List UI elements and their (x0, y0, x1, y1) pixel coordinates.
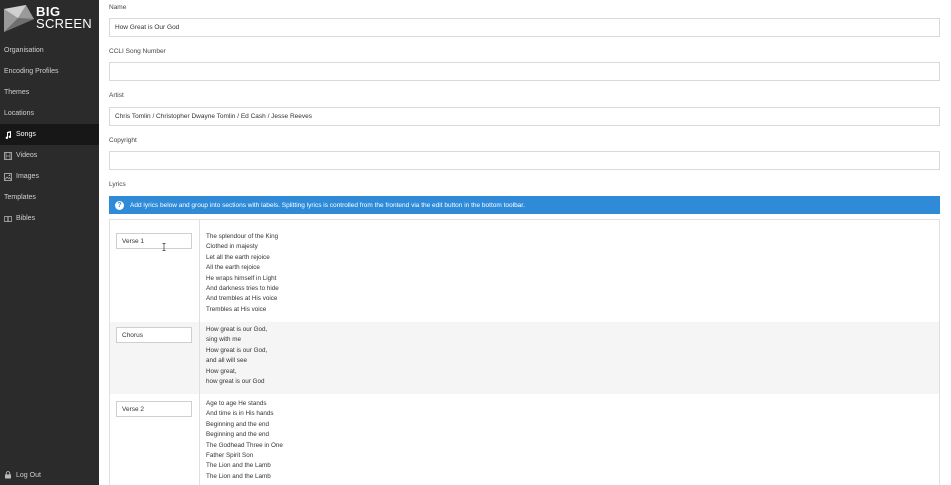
sidebar-item-encoding-profiles[interactable]: Encoding Profiles (0, 61, 99, 82)
lyrics-info-banner: ? Add lyrics below and group into sectio… (109, 196, 940, 214)
lyrics-editor: The splendour of the King Clothed in maj… (109, 219, 940, 485)
lyric-line: sing with me (206, 336, 241, 344)
section-label-input[interactable] (116, 401, 192, 417)
lyrics-section-chorus: How great is our God, sing with me How g… (110, 322, 939, 394)
lyric-line: Age to age He stands (206, 400, 267, 407)
question-icon: ? (115, 200, 124, 210)
lyrics-section-verse-2: Age to age He stands And time is in His … (110, 394, 939, 485)
image-icon (4, 172, 12, 181)
artist-input[interactable] (109, 107, 940, 126)
section-label-input[interactable] (116, 327, 192, 343)
lyric-line: The Lion and the Lamb (206, 462, 271, 470)
sidebar-item-organisation[interactable]: Organisation (0, 40, 99, 61)
sidebar-item-songs[interactable]: Songs (0, 124, 99, 145)
sidebar-item-label: Themes (4, 89, 30, 96)
brand-logo[interactable]: BIG SCREEN (4, 5, 96, 35)
lyric-line: The splendour of the King (206, 233, 279, 240)
sidebar-item-label: Images (16, 173, 39, 180)
section-lyrics-textarea[interactable]: The splendour of the King Clothed in maj… (199, 220, 939, 322)
section-label-input[interactable] (116, 233, 192, 249)
lyric-line: how great is our God (206, 378, 265, 386)
music-note-icon (4, 130, 12, 139)
section-lyrics-textarea[interactable]: How great is our God, sing with me How g… (199, 322, 939, 394)
sidebar: BIG SCREEN Organisation Encoding Profile… (0, 0, 99, 485)
sidebar-item-themes[interactable]: Themes (0, 82, 99, 103)
logout-link[interactable]: Log Out (4, 469, 41, 481)
lyric-line: The Lion and the Lamb (206, 472, 271, 480)
lyric-line: Trembles at His voice (206, 305, 267, 313)
book-icon (4, 215, 12, 223)
lyric-line: How great, (206, 367, 237, 375)
sidebar-item-label: Locations (4, 110, 34, 117)
text-cursor-icon (162, 243, 166, 251)
sidebar-item-label: Templates (4, 194, 36, 201)
lyric-line: and all will see (206, 357, 247, 365)
lyric-line: Clothed in majesty (206, 243, 258, 251)
sidebar-item-images[interactable]: Images (0, 166, 99, 187)
sidebar-item-locations[interactable]: Locations (0, 103, 99, 124)
sidebar-item-videos[interactable]: Videos (0, 145, 99, 166)
name-input[interactable] (109, 18, 940, 37)
lyric-line: Beginning and the end (206, 420, 270, 428)
lyric-line: Father Spirit Son (206, 452, 254, 460)
lyric-line: And time is in His hands (206, 410, 274, 418)
sidebar-nav: Organisation Encoding Profiles Themes Lo… (0, 40, 99, 229)
lyric-line: And trembles at His voice (206, 295, 278, 303)
lyric-line: All the earth rejoice (206, 264, 260, 272)
ccli-label: CCLI Song Number (109, 48, 166, 55)
lyric-line: Beginning and the end (206, 431, 270, 439)
logo-icon (4, 5, 34, 32)
lyric-line: He wraps himself in Light (206, 274, 277, 282)
copyright-label: Copyright (109, 137, 137, 144)
sidebar-item-bibles[interactable]: Bibles (0, 208, 99, 229)
info-text: Add lyrics below and group into sections… (130, 201, 525, 209)
sidebar-item-label: Songs (16, 131, 36, 138)
lock-icon (4, 471, 12, 479)
lyrics-section-verse-1: The splendour of the King Clothed in maj… (110, 220, 939, 322)
film-icon (4, 151, 12, 160)
lyric-line: How great is our God, (206, 346, 268, 354)
sidebar-item-templates[interactable]: Templates (0, 187, 99, 208)
lyric-line: And darkness tries to hide (206, 285, 279, 293)
section-lyrics-textarea[interactable]: Age to age He stands And time is in His … (199, 394, 939, 485)
sidebar-item-label: Encoding Profiles (4, 68, 59, 75)
song-edit-form: Name CCLI Song Number Artist Copyright L… (99, 0, 951, 485)
brand-line-2: SCREEN (36, 16, 92, 31)
lyric-line: How great is our God, (206, 326, 268, 333)
lyric-line: Let all the earth rejoice (206, 253, 270, 261)
name-label: Name (109, 4, 127, 11)
sidebar-item-label: Organisation (4, 47, 44, 54)
sidebar-item-label: Bibles (16, 215, 36, 222)
lyrics-label: Lyrics (109, 181, 126, 188)
artist-label: Artist (109, 92, 124, 99)
lyric-line: The Godhead Three in One (206, 441, 283, 449)
logout-label: Log Out (16, 471, 41, 479)
ccli-input[interactable] (109, 62, 940, 81)
copyright-input[interactable] (109, 151, 940, 170)
sidebar-item-label: Videos (16, 152, 38, 159)
